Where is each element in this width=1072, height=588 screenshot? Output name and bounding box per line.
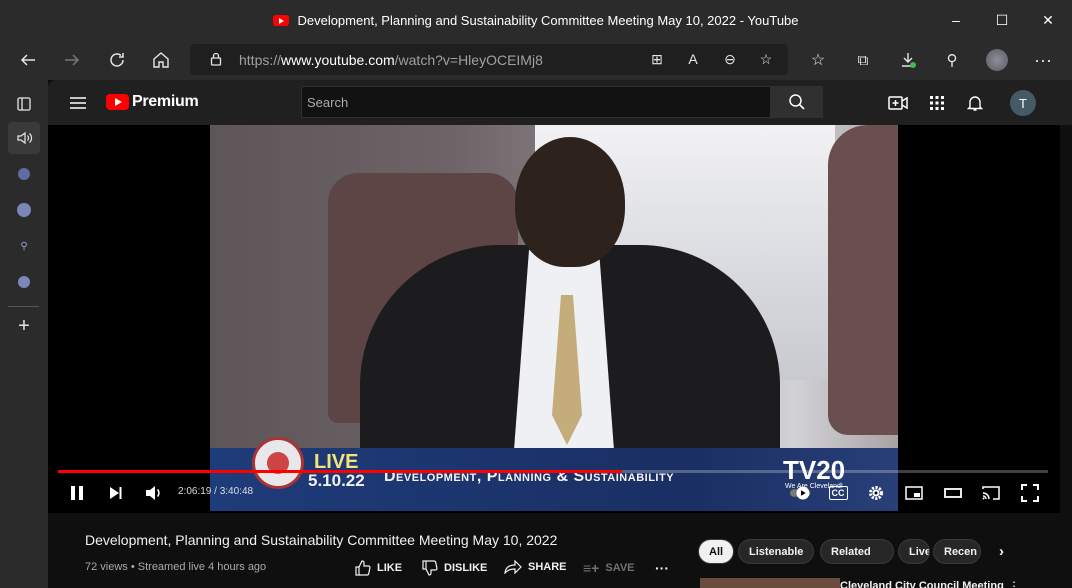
share-icon xyxy=(504,560,522,574)
favorites-icon[interactable]: ☆ xyxy=(806,48,830,72)
address-bar[interactable]: https://www.youtube.com/watch?v=HleyOCEI… xyxy=(190,44,788,75)
cast-icon[interactable] xyxy=(979,481,1003,505)
tab-favicon-1[interactable] xyxy=(8,158,40,190)
close-button[interactable]: ✕ xyxy=(1036,8,1060,32)
home-icon[interactable] xyxy=(149,48,173,72)
filter-chip-listenable[interactable]: Listenable xyxy=(738,539,814,564)
avatar[interactable]: T xyxy=(1010,90,1036,116)
video-meta: 72 views • Streamed live 4 hours ago xyxy=(85,561,267,573)
url-text[interactable]: https://www.youtube.com/watch?v=HleyOCEI… xyxy=(239,52,543,68)
add-favorite-icon[interactable]: ☆ xyxy=(754,47,778,71)
miniplayer-icon[interactable] xyxy=(902,481,926,505)
broadcast-date: 5.10.22 xyxy=(308,471,365,490)
pause-button[interactable] xyxy=(65,481,89,505)
video-scene-speaker-head xyxy=(515,137,625,267)
collections-icon[interactable]: ⧉ xyxy=(851,48,875,72)
captions-icon[interactable]: CC xyxy=(826,481,850,505)
fullscreen-icon[interactable] xyxy=(1018,481,1042,505)
youtube-favicon-icon xyxy=(273,15,290,26)
sidebar-divider xyxy=(8,306,39,307)
read-aloud-icon[interactable]: A xyxy=(681,47,705,71)
next-video-title[interactable]: Cleveland City Council Meeting xyxy=(840,580,1004,588)
youtube-header: Premium Search T xyxy=(48,80,1072,125)
autoplay-toggle[interactable] xyxy=(790,481,814,505)
apps-icon[interactable] xyxy=(925,91,949,115)
search-icon xyxy=(789,94,805,110)
search-button[interactable] xyxy=(771,86,823,118)
next-video-more-icon[interactable]: ⋮ xyxy=(1008,579,1020,588)
extensions-icon[interactable]: ⚲ xyxy=(940,48,964,72)
tab-favicon-2[interactable] xyxy=(8,194,40,226)
filter-chip-all[interactable]: All xyxy=(698,539,734,564)
tab-actions-icon[interactable] xyxy=(8,88,40,120)
dislike-button[interactable]: DISLIKE xyxy=(422,560,487,576)
create-video-icon[interactable] xyxy=(886,91,910,115)
maximize-button[interactable]: ☐ xyxy=(990,8,1014,32)
next-button[interactable] xyxy=(104,481,128,505)
vertical-tabs-sidebar: ⚲ + xyxy=(0,80,48,588)
more-actions-icon[interactable]: ··· xyxy=(655,560,669,576)
time-display: 2:06:19 / 3:40:48 xyxy=(178,486,254,497)
minimize-button[interactable]: – xyxy=(944,8,968,32)
progress-fill xyxy=(58,470,623,473)
tab-search-icon[interactable]: ⚲ xyxy=(8,230,40,262)
title-bar: Development, Planning and Sustainability… xyxy=(0,0,1072,40)
chips-next-chevron-icon[interactable]: › xyxy=(999,543,1004,560)
zoom-icon[interactable]: ⊖ xyxy=(718,47,742,71)
thumbs-down-icon xyxy=(422,560,438,576)
window-title: Development, Planning and Sustainability… xyxy=(0,13,1072,28)
like-button[interactable]: LIKE xyxy=(355,560,402,576)
youtube-premium-logo[interactable]: Premium xyxy=(106,93,199,111)
video-frame[interactable]: LIVE 5.10.22 Development, Planning & Sus… xyxy=(210,125,898,511)
forward-icon[interactable] xyxy=(60,48,84,72)
menu-icon[interactable] xyxy=(66,91,90,115)
video-title: Development, Planning and Sustainability… xyxy=(85,532,558,548)
browser-toolbar: https://www.youtube.com/watch?v=HleyOCEI… xyxy=(0,40,1072,80)
next-video-thumbnail[interactable] xyxy=(700,578,840,588)
new-tab-icon[interactable]: + xyxy=(8,310,40,342)
filter-chip-live[interactable]: Live xyxy=(898,539,930,564)
youtube-logo-icon xyxy=(106,94,129,110)
save-button[interactable]: ≡+ SAVE xyxy=(583,560,635,576)
app-available-icon[interactable]: ⊞ xyxy=(645,47,669,71)
city-seal-logo xyxy=(252,437,304,489)
settings-gear-icon[interactable] xyxy=(864,481,888,505)
lock-icon[interactable] xyxy=(204,47,228,71)
progress-bar[interactable] xyxy=(58,470,1048,473)
theater-mode-icon[interactable] xyxy=(941,481,965,505)
refresh-icon[interactable] xyxy=(105,48,129,72)
share-button[interactable]: SHARE xyxy=(504,560,567,574)
add-to-playlist-icon: ≡+ xyxy=(583,560,600,576)
more-icon[interactable]: ··· xyxy=(1031,48,1055,72)
downloads-icon[interactable] xyxy=(896,48,920,72)
thumbs-up-icon xyxy=(355,560,371,576)
page-content: Premium Search T LIVE 5.10.22 Developmen… xyxy=(48,80,1072,588)
filter-chip-recen[interactable]: Recen xyxy=(933,539,981,564)
speaker-icon[interactable] xyxy=(8,122,40,154)
tab-favicon-3[interactable] xyxy=(8,266,40,298)
notifications-bell-icon[interactable] xyxy=(963,91,987,115)
premium-label: Premium xyxy=(132,93,199,110)
window-title-text: Development, Planning and Sustainability… xyxy=(297,13,799,28)
back-icon[interactable] xyxy=(16,48,40,72)
volume-button[interactable] xyxy=(142,481,166,505)
search-input[interactable]: Search xyxy=(301,86,771,118)
video-player[interactable]: LIVE 5.10.22 Development, Planning & Sus… xyxy=(48,125,1060,513)
profile-icon[interactable] xyxy=(985,48,1009,72)
filter-chip-related[interactable]: Related xyxy=(820,539,894,564)
video-scene-chair-right xyxy=(828,125,898,435)
